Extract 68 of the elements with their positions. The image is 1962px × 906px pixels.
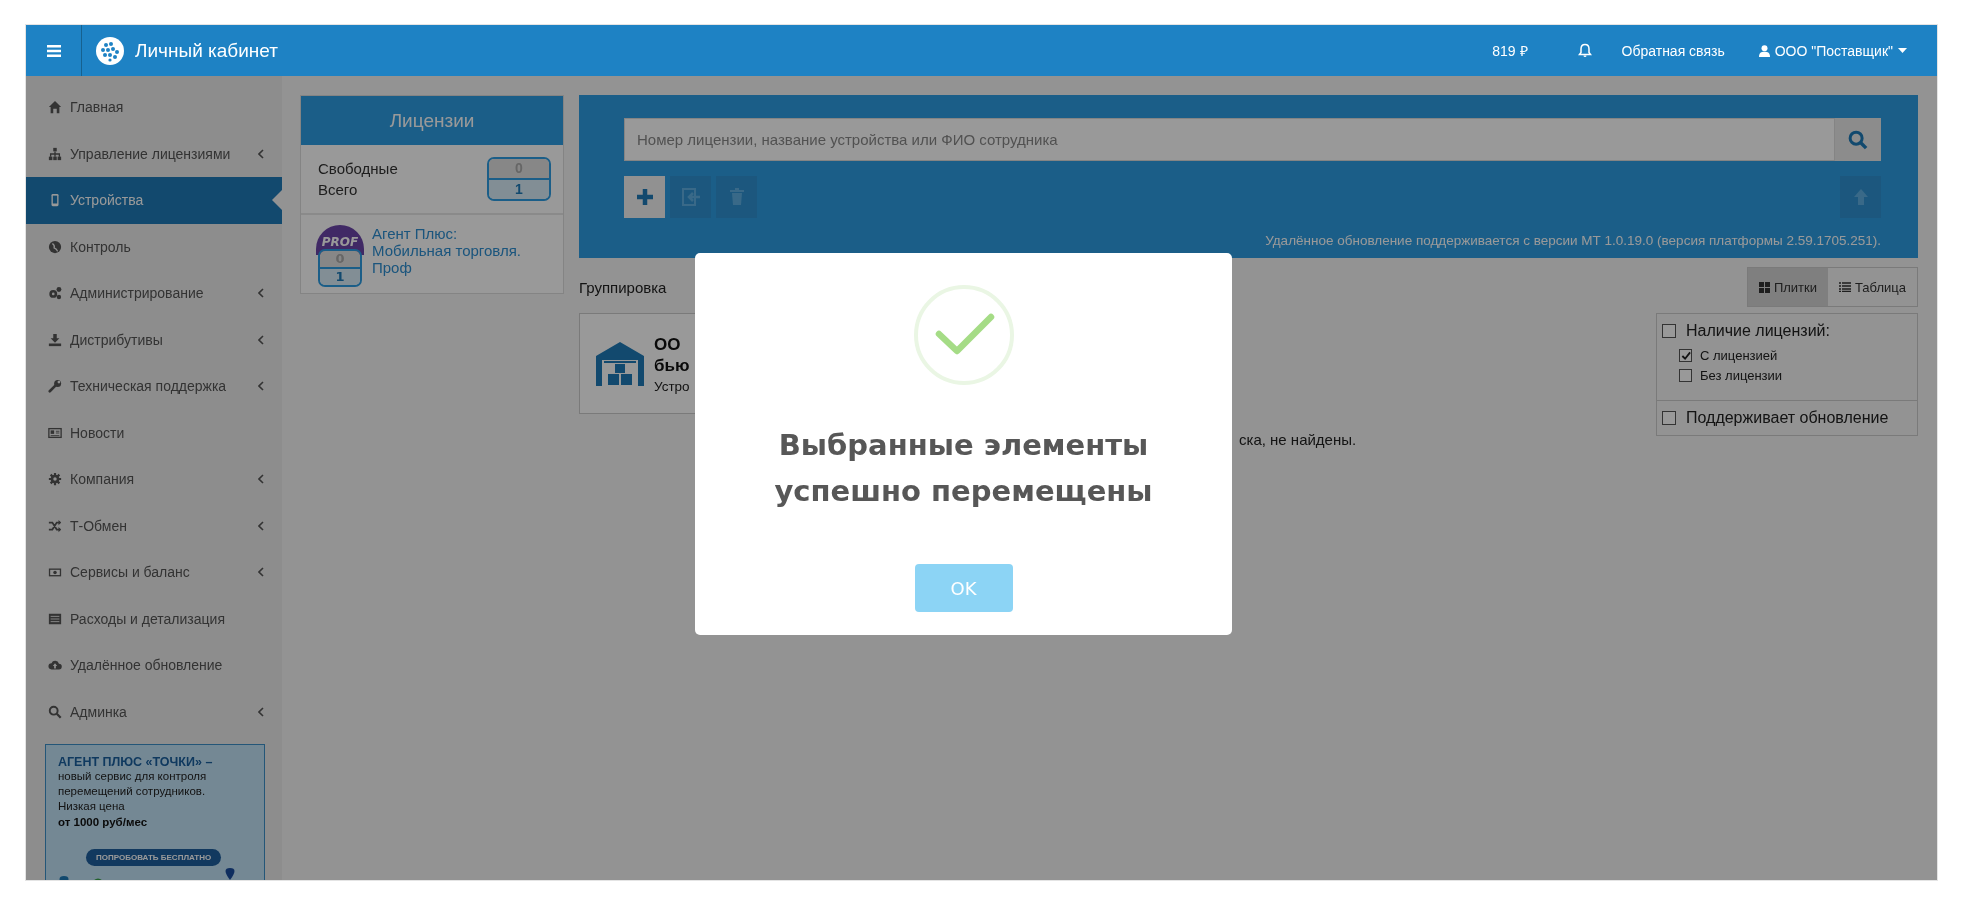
sidebar-item[interactable]: Главная xyxy=(26,84,282,131)
device-title: ОО xyxy=(654,333,682,355)
list-icon xyxy=(1839,282,1851,292)
selection-pointer xyxy=(272,190,282,211)
version-note: Удалённое обновление поддерживается с версии МТ 1.0.19.0 (версия платформы 2.59.1705.251). xyxy=(1264,233,1881,248)
sidebar-item[interactable]: Расходы и детализация xyxy=(26,595,282,642)
promo-banner[interactable]: АГЕНТ ПЛЮС «ТОЧКИ» – новый сервис для контроля перемещений сотрудников. Низкая цена от 1000 руб/мес ПОПРОБОВАТЬ БЕСПЛАТНО xyxy=(45,744,265,880)
shuffle-icon xyxy=(48,518,62,533)
success-check-icon xyxy=(912,284,1015,386)
account-menu[interactable]: ООО "Поставщик" xyxy=(1758,42,1907,59)
product-link[interactable]: Агент Плюс: Мобильная торговля. Проф xyxy=(372,225,532,276)
device-subtitle: Устро xyxy=(654,378,690,394)
promo-title: АГЕНТ ПЛЮС «ТОЧКИ» – xyxy=(58,755,214,769)
try-free-button[interactable]: ПОПРОБОВАТЬ БЕСПЛАТНО xyxy=(86,849,222,866)
sidebar-item[interactable]: Контроль xyxy=(26,223,282,270)
sidebar-item[interactable]: Сервисы и баланс xyxy=(26,549,282,596)
globe-icon xyxy=(48,239,62,254)
filter-checkbox[interactable]: Без лицензии xyxy=(1679,368,1917,383)
empty-message: ска, не найдены. xyxy=(1239,431,1358,448)
sidebar-item[interactable]: Компания xyxy=(26,456,282,503)
house-icon xyxy=(48,100,62,115)
filter-checkbox[interactable]: С лицензией xyxy=(1679,348,1917,363)
gears-icon xyxy=(48,286,62,301)
search-icon xyxy=(1848,129,1868,150)
promo-price: от 1000 руб/мес xyxy=(58,815,149,830)
list-icon xyxy=(48,611,62,626)
grid-icon xyxy=(1758,281,1770,293)
bell-icon[interactable] xyxy=(1577,43,1592,58)
licenses-header: Лицензии xyxy=(301,96,563,145)
feedback-link[interactable]: Обратная связь xyxy=(1621,42,1725,59)
sidebar-item[interactable]: Дистрибутивы xyxy=(26,316,282,363)
user-icon xyxy=(1758,44,1770,57)
trash-icon xyxy=(728,188,745,206)
sidebar-item[interactable]: Удалённое обновление xyxy=(26,642,282,689)
download-icon xyxy=(48,332,62,347)
license-label: Всего xyxy=(318,181,359,198)
logo-icon xyxy=(96,36,124,65)
search-button[interactable] xyxy=(1835,118,1881,161)
app-title: Личный кабинет xyxy=(135,39,278,62)
search-field[interactable]: Номер лицензии, название устройства или ФИО сотрудника xyxy=(624,118,1835,161)
move-icon xyxy=(680,188,701,206)
sidebar-item[interactable]: Управление лицензиями xyxy=(26,130,282,177)
device-title: бью xyxy=(654,354,690,376)
sidebar-item[interactable]: Техническая поддержка xyxy=(26,363,282,410)
sidebar-item[interactable]: Т-Обмен xyxy=(26,502,282,549)
filter-checkbox[interactable]: Наличие лицензий: xyxy=(1657,314,1917,348)
hierarchy-icon xyxy=(48,146,62,161)
sidebar-item[interactable]: Администрирование xyxy=(26,270,282,317)
sidebar-item[interactable]: Новости xyxy=(26,409,282,456)
newspaper-icon xyxy=(48,425,62,440)
search-icon xyxy=(48,704,62,719)
balance-text: 819 ₽ xyxy=(1492,42,1528,60)
sidebar-item[interactable]: Админка xyxy=(26,688,282,735)
promo-text: новый сервис для контроля перемещений сотрудников. Низкая цена xyxy=(58,769,208,814)
dialog-message: Выбранные элементы успешно перемещены xyxy=(773,427,1154,510)
plus-icon xyxy=(634,187,655,207)
grouping-label: Группировка xyxy=(579,278,667,296)
sidebar-item[interactable]: Устройства xyxy=(26,177,282,224)
gear-icon xyxy=(48,472,62,487)
caret-icon xyxy=(1898,48,1907,53)
tiles-view-button[interactable]: Плитки xyxy=(1747,268,1828,306)
wrench-icon xyxy=(48,379,62,394)
check-icon xyxy=(1680,350,1691,361)
license-label: Свободные xyxy=(318,160,398,177)
add-button[interactable] xyxy=(624,176,665,218)
filter-checkbox[interactable]: Поддерживает обновление xyxy=(1657,401,1917,435)
arrow-up-icon xyxy=(1852,188,1869,206)
menu-icon xyxy=(46,44,61,57)
